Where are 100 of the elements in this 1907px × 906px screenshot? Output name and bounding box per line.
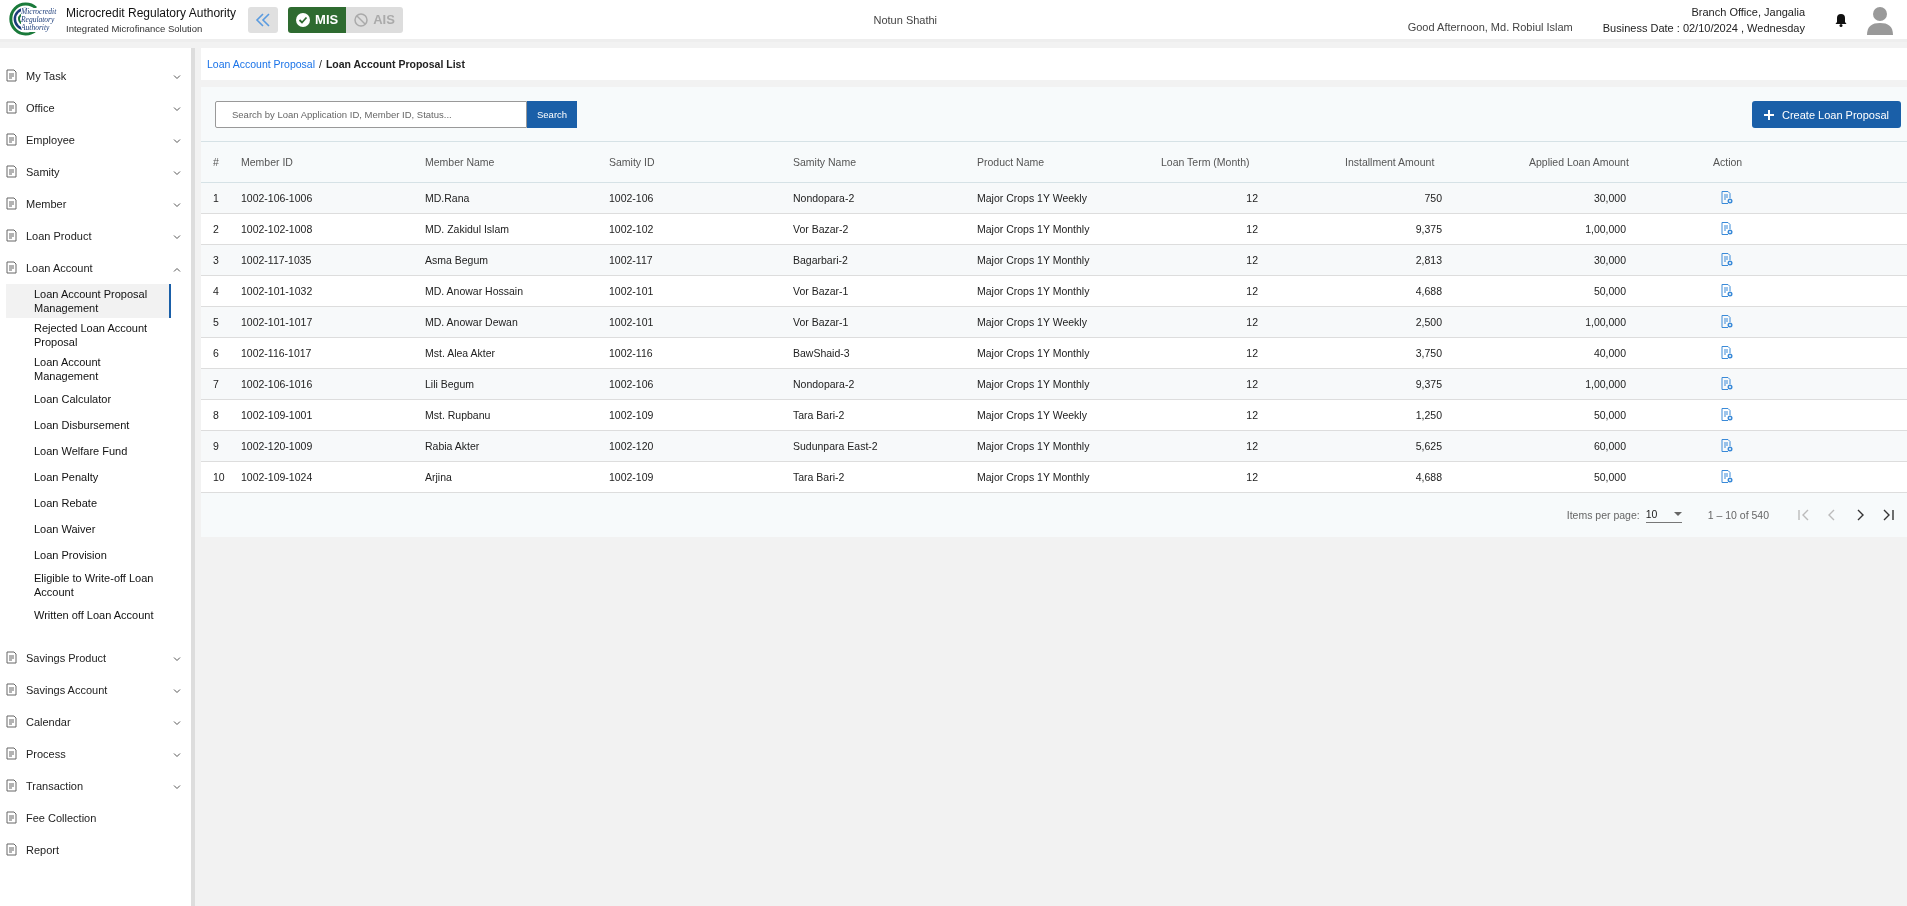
user-avatar-icon[interactable] <box>1867 4 1893 35</box>
submenu-item[interactable]: Loan Calculator <box>6 386 171 412</box>
submenu-item[interactable]: Loan Rebate <box>6 490 171 516</box>
breadcrumb-separator: / <box>319 58 322 70</box>
sidebar-item-label[interactable]: Employee <box>26 134 165 146</box>
submenu-item[interactable]: Loan Waiver <box>6 516 171 542</box>
breadcrumb-link[interactable]: Loan Account Proposal <box>207 58 315 70</box>
table-cell: Vor Bazar-1 <box>792 306 976 338</box>
document-icon <box>6 197 18 211</box>
column-header: Samity Name <box>792 141 976 183</box>
table-cell: 1002-101 <box>608 275 792 307</box>
view-document-icon[interactable] <box>1721 438 1733 452</box>
sidebar-item-label[interactable]: Transaction <box>26 780 165 792</box>
sidebar-item-label[interactable]: Fee Collection <box>26 812 181 824</box>
table-cell: Major Crops 1Y Weekly <box>976 399 1160 431</box>
table-cell-text: 12 <box>1245 347 1258 359</box>
document-icon <box>6 133 18 147</box>
table-cell-text: 60,000 <box>1592 440 1626 452</box>
table-cell-text: 12 <box>1245 471 1258 483</box>
sidebar-item-label[interactable]: Loan Account <box>26 262 165 274</box>
table-cell: 1002-102-1008 <box>240 213 424 245</box>
table-cell: 1002-116-1017 <box>240 337 424 369</box>
document-icon <box>6 683 18 697</box>
table-cell: Rabia Akter <box>424 430 608 462</box>
view-document-icon[interactable] <box>1721 221 1733 235</box>
plus-icon <box>1764 109 1774 120</box>
document-icon <box>6 261 18 275</box>
table-cell: 1002-101 <box>608 306 792 338</box>
document-icon <box>6 69 18 83</box>
table-cell-text: 1,00,000 <box>1584 378 1626 390</box>
submenu-item[interactable]: Loan Welfare Fund <box>6 438 171 464</box>
table-cell: Lili Begum <box>424 368 608 400</box>
view-document-icon[interactable] <box>1721 407 1733 421</box>
view-document-icon[interactable] <box>1721 190 1733 204</box>
table-cell: Major Crops 1Y Monthly <box>976 275 1160 307</box>
sidebar-item-label[interactable]: Report <box>26 844 181 856</box>
view-document-icon[interactable] <box>1721 283 1733 297</box>
search-button[interactable]: Search <box>527 101 578 128</box>
table-cell: 1002-109 <box>608 399 792 431</box>
table-cell: Major Crops 1Y Weekly <box>976 182 1160 214</box>
table-cell: 1002-117 <box>608 244 792 276</box>
sidebar-item-label[interactable]: Loan Product <box>26 230 165 242</box>
submenu-item[interactable]: Loan Disbursement <box>6 412 171 438</box>
submenu-item[interactable]: Eligible to Write-off Loan Account <box>6 568 171 602</box>
column-header: Product Name <box>976 141 1160 183</box>
submenu-item[interactable]: Rejected Loan Account Proposal <box>6 318 171 352</box>
document-icon <box>6 811 18 825</box>
table-cell: MD. Anowar Dewan <box>424 306 608 338</box>
table-cell: 1002-106-1006 <box>240 182 424 214</box>
table-cell-text: 1,250 <box>1414 409 1442 421</box>
module-toggle-button[interactable]: MIS <box>288 6 347 33</box>
table-cell: 1002-109-1001 <box>240 399 424 431</box>
breadcrumb-current: Loan Account Proposal List <box>325 58 465 70</box>
sidebar-item-label[interactable]: Office <box>26 102 165 114</box>
submenu-item[interactable]: Loan Account Management <box>6 352 171 386</box>
bell-icon[interactable] <box>1835 12 1847 27</box>
table-cell: Sudunpara East-2 <box>792 430 976 462</box>
submenu-item[interactable]: Loan Account Proposal Management <box>6 284 171 318</box>
collapse-sidebar-button[interactable] <box>248 6 279 33</box>
document-icon <box>6 715 18 729</box>
view-document-icon[interactable] <box>1721 252 1733 266</box>
view-document-icon[interactable] <box>1721 345 1733 359</box>
document-icon <box>6 101 18 115</box>
sidebar-item-label[interactable]: Process <box>26 748 165 760</box>
submenu-item[interactable]: Loan Penalty <box>6 464 171 490</box>
view-document-icon[interactable] <box>1721 469 1733 483</box>
table-cell-text: 1,00,000 <box>1584 223 1626 235</box>
table-cell-text: 2,500 <box>1414 316 1442 328</box>
table-cell-text: 30,000 <box>1592 192 1626 204</box>
table-cell: 1002-101-1017 <box>240 306 424 338</box>
create-loan-proposal-button[interactable]: Create Loan Proposal <box>1752 101 1901 128</box>
document-icon <box>6 229 18 243</box>
sidebar-item-label[interactable]: Samity <box>26 166 165 178</box>
sidebar-item-label[interactable]: Savings Account <box>26 684 165 696</box>
submenu-item[interactable]: Loan Provision <box>6 542 171 568</box>
table-cell-text: 12 <box>1245 378 1258 390</box>
table-cell: Nondopara-2 <box>792 368 976 400</box>
sidebar-item-label[interactable]: Savings Product <box>26 652 165 664</box>
document-icon <box>6 651 18 665</box>
table-cell: Major Crops 1Y Monthly <box>976 461 1160 493</box>
items-per-page-select[interactable]: 10 <box>1645 507 1682 523</box>
search-field[interactable]: Search by Loan Application ID, Member ID, Status... <box>215 101 527 128</box>
table-cell-text: 50,000 <box>1592 409 1626 421</box>
table-cell-text: 12 <box>1245 192 1258 204</box>
submenu-item[interactable]: Written off Loan Account <box>6 602 171 628</box>
table-cell: Major Crops 1Y Monthly <box>976 244 1160 276</box>
column-header: Loan Term (Month) <box>1160 141 1344 183</box>
table-cell: 10 <box>201 461 240 493</box>
greeting-text: Good Afternoon, Md. Robiul Islam <box>1407 20 1573 33</box>
sidebar-item-label[interactable]: Member <box>26 198 165 210</box>
last-page-icon <box>1881 508 1895 522</box>
view-document-icon[interactable] <box>1721 376 1733 390</box>
sidebar-item-label[interactable]: Calendar <box>26 716 165 728</box>
table-cell: Mst. Alea Akter <box>424 337 608 369</box>
sidebar-item-label[interactable]: My Task <box>26 70 165 82</box>
table-cell: 3 <box>201 244 240 276</box>
table-cell-text: 12 <box>1245 440 1258 452</box>
first-page-icon <box>1797 508 1811 522</box>
view-document-icon[interactable] <box>1721 314 1733 328</box>
table-cell: Nondopara-2 <box>792 182 976 214</box>
